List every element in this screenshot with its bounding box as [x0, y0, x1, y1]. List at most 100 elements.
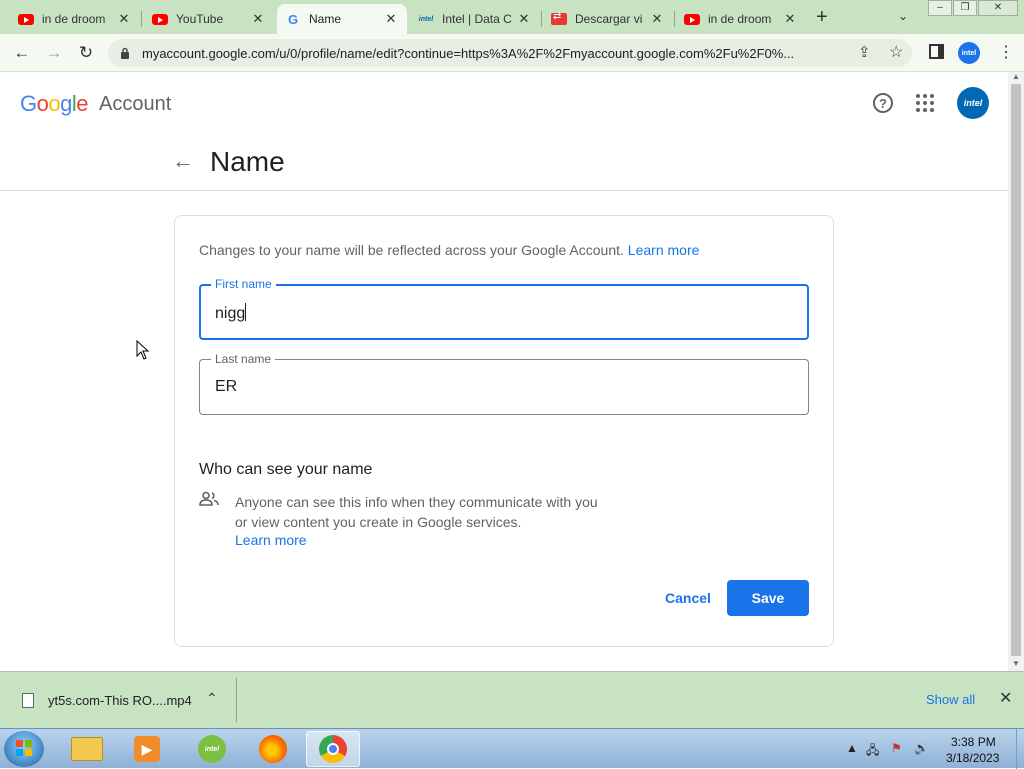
name-edit-card: Changes to your name will be reflected a… — [174, 215, 834, 647]
logo-letter: o — [36, 91, 49, 116]
intel-graphics-icon[interactable]: intel — [185, 731, 239, 767]
tab-close-icon[interactable]: ✕ — [250, 11, 266, 27]
browser-menu-icon[interactable]: ⋮ — [998, 42, 1014, 62]
tab-youtube-in-de-droom-1[interactable]: in de droom ✕ — [10, 4, 140, 34]
tab-name[interactable]: G Name ✕ — [277, 4, 407, 34]
bookmark-star-icon[interactable]: ☆ — [889, 42, 903, 62]
video-file-icon — [22, 693, 34, 708]
intel-icon: intel — [418, 15, 434, 23]
tab-separator — [674, 11, 675, 27]
show-hidden-icons[interactable]: ▲ — [846, 741, 858, 755]
tab-label: Name — [309, 12, 342, 26]
new-tab-icon[interactable]: + — [816, 6, 828, 29]
first-name-field[interactable]: First name nigg — [199, 277, 809, 340]
back-icon[interactable]: ← — [10, 41, 34, 65]
download-bar: yt5s.com-This RO....mp4 ⌃ Show all ✕ — [0, 671, 1024, 728]
scroll-down-icon[interactable]: ▼ — [1012, 659, 1020, 668]
tab-search-chevron-icon[interactable]: ⌄ — [898, 9, 908, 23]
tab-close-icon[interactable]: ✕ — [782, 11, 798, 27]
logo-letter: e — [76, 91, 89, 116]
visibility-learn-more-link[interactable]: Learn more — [235, 532, 307, 548]
youtube-icon — [684, 11, 700, 27]
download-separator — [236, 678, 237, 722]
reload-icon[interactable]: ↻ — [74, 41, 98, 65]
first-name-label: First name — [211, 277, 276, 291]
vertical-scrollbar[interactable]: ▲ ▼ — [1008, 72, 1024, 671]
firefox-icon[interactable] — [246, 731, 300, 767]
back-arrow-icon[interactable]: ← — [172, 150, 194, 172]
tab-label: in de droom — [708, 12, 772, 26]
save-button[interactable]: Save — [727, 580, 809, 616]
intro-text: Changes to your name will be reflected a… — [199, 242, 699, 258]
minimize-icon[interactable]: – — [928, 0, 952, 16]
show-desktop-button[interactable] — [1016, 729, 1024, 769]
google-apps-icon[interactable] — [913, 91, 937, 115]
tab-close-icon[interactable]: ✕ — [516, 11, 532, 27]
start-button[interactable] — [4, 731, 44, 767]
tab-label: in de droom — [42, 12, 106, 26]
youtube-icon — [18, 11, 34, 27]
logo-letter: g — [60, 91, 72, 116]
volume-icon[interactable]: 🔊 — [914, 741, 929, 755]
close-download-bar-icon[interactable]: ✕ — [999, 688, 1012, 708]
google-icon: G — [287, 11, 299, 27]
tab-youtube[interactable]: YouTube ✕ — [144, 4, 274, 34]
logo-letter: o — [48, 91, 61, 116]
tab-label: Descargar vi — [575, 12, 643, 26]
show-all-link[interactable]: Show all — [926, 692, 975, 707]
scrollbar-thumb[interactable] — [1011, 84, 1021, 656]
file-explorer-icon[interactable] — [60, 731, 114, 767]
account-label: Account — [99, 93, 172, 115]
page-title: Name — [210, 146, 285, 177]
last-name-label: Last name — [211, 352, 276, 366]
mouse-cursor-icon — [136, 340, 150, 360]
header-divider — [0, 190, 1008, 191]
chevron-up-icon[interactable]: ⌃ — [206, 690, 218, 707]
first-name-value: nigg — [215, 303, 247, 322]
scroll-up-icon[interactable]: ▲ — [1012, 72, 1020, 81]
youtube-icon — [152, 11, 168, 27]
tab-youtube-in-de-droom-2[interactable]: in de droom ✕ — [676, 4, 806, 34]
learn-more-link[interactable]: Learn more — [628, 242, 700, 258]
side-panel-icon[interactable] — [929, 44, 944, 59]
clock-time[interactable]: 3:38 PM — [951, 735, 996, 749]
people-icon — [199, 491, 219, 506]
last-name-field[interactable]: Last name ER — [199, 352, 809, 415]
restore-icon[interactable]: ❐ — [953, 0, 977, 16]
google-logo[interactable]: Google — [20, 91, 89, 117]
account-avatar[interactable]: intel — [957, 87, 989, 119]
download-site-icon — [551, 11, 567, 27]
tab-separator — [141, 11, 142, 27]
tab-label: YouTube — [176, 12, 224, 26]
window-close-icon[interactable]: ✕ — [978, 0, 1018, 16]
page-content: Google Account ? intel ← Name Changes to… — [0, 72, 1008, 671]
lock-icon — [121, 47, 129, 59]
action-center-icon[interactable]: ⚑ — [891, 741, 902, 755]
windows-logo-icon — [16, 740, 32, 756]
intro-description: Changes to your name will be reflected a… — [199, 242, 624, 258]
last-name-value: ER — [215, 378, 238, 395]
help-icon[interactable]: ? — [871, 91, 895, 115]
forward-icon[interactable]: → — [42, 41, 66, 65]
profile-avatar-icon[interactable]: intel — [958, 42, 980, 64]
clock-date[interactable]: 3/18/2023 — [946, 751, 999, 765]
network-icon[interactable]: 🖧 — [866, 741, 879, 762]
tab-separator — [541, 11, 542, 27]
tab-descargar[interactable]: Descargar vi ✕ — [543, 4, 673, 34]
tab-close-icon[interactable]: ✕ — [383, 11, 399, 27]
chrome-icon[interactable] — [306, 731, 360, 767]
url-text: myaccount.google.com/u/0/profile/name/ed… — [142, 46, 795, 61]
address-bar[interactable]: myaccount.google.com/u/0/profile/name/ed… — [108, 39, 912, 67]
visibility-text: Anyone can see this info when they commu… — [235, 494, 598, 530]
tab-close-icon[interactable]: ✕ — [116, 11, 132, 27]
tab-close-icon[interactable]: ✕ — [649, 11, 665, 27]
media-player-icon[interactable]: ▶ — [120, 731, 174, 767]
tab-strip: in de droom ✕ YouTube ✕ G Name ✕ intel I… — [0, 0, 1024, 34]
visibility-title: Who can see your name — [199, 461, 373, 478]
logo-letter: G — [20, 91, 37, 116]
tab-intel[interactable]: intel Intel | Data C ✕ — [410, 4, 540, 34]
share-icon[interactable]: ⇪ — [858, 43, 871, 61]
download-file-name[interactable]: yt5s.com-This RO....mp4 — [48, 693, 192, 708]
cancel-button[interactable]: Cancel — [653, 580, 723, 616]
tab-label: Intel | Data C — [442, 12, 512, 26]
